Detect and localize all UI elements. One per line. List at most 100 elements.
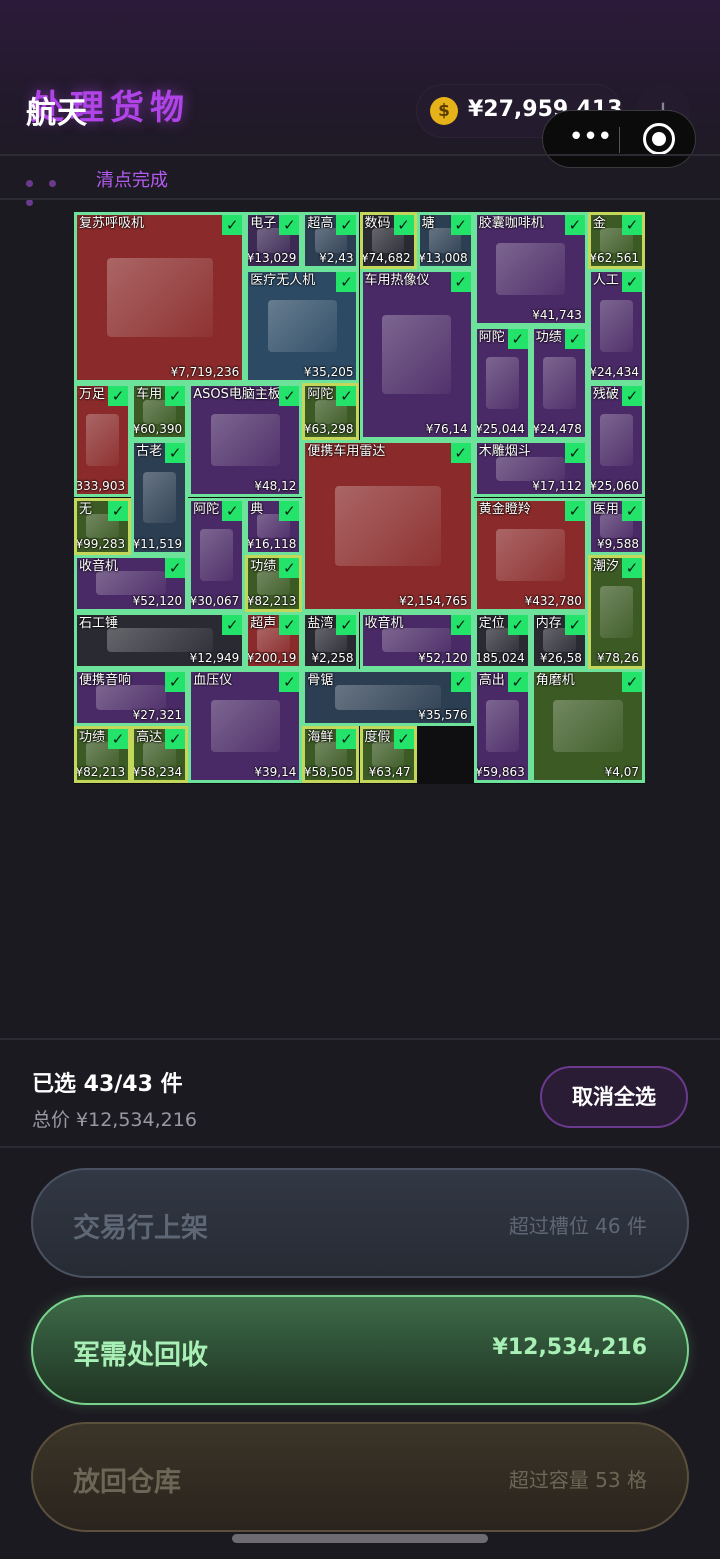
grid-item[interactable]: 电子 ¥13,029 ✓ (245, 212, 303, 270)
checkmark-icon[interactable]: ✓ (450, 443, 471, 464)
grid-item[interactable]: 车用 ¥60,390 ✓ (131, 383, 189, 441)
grid-item[interactable]: 阿陀 ¥30,067 ✓ (188, 497, 246, 612)
checkmark-icon[interactable]: ✓ (336, 386, 357, 407)
grid-item[interactable]: 便携车用雷达 ¥2,154,765 ✓ (302, 440, 474, 612)
checkmark-icon[interactable]: ✓ (165, 443, 186, 464)
item-image (267, 300, 337, 353)
grid-item[interactable]: 无 ¥99,283 ✓ (74, 497, 132, 555)
grid-item[interactable]: 木雕烟斗 ¥17,112 ✓ (473, 440, 588, 498)
grid-item[interactable]: 金 ¥62,561 ✓ (587, 212, 645, 270)
grid-item[interactable]: 潮汐 ¥78,26 ✓ (587, 554, 645, 669)
grid-item[interactable]: 便携音响 ¥27,321 ✓ (74, 668, 189, 726)
checkmark-icon[interactable]: ✓ (621, 272, 642, 293)
grid-item[interactable]: 万足 ¥333,903 ✓ (74, 383, 132, 498)
grid-item[interactable]: 医用 ¥9,588 ✓ (587, 497, 645, 555)
grid-item[interactable]: 血压仪 ¥39,14 ✓ (188, 668, 303, 783)
grid-item[interactable]: 定位 ¥185,024 ✓ (473, 611, 531, 669)
checkmark-icon[interactable]: ✓ (507, 614, 528, 635)
checkmark-icon[interactable]: ✓ (279, 215, 300, 235)
item-name: 功绩 (535, 330, 562, 346)
grid-item[interactable]: 阿陀 ¥63,298 ✓ (302, 383, 360, 441)
checkmark-icon[interactable]: ✓ (165, 386, 186, 407)
grid-item[interactable]: 黄金瞪羚 ¥432,780 ✓ (473, 497, 588, 612)
grid-item[interactable]: ASOS电脑主板 ¥48,12 ✓ (188, 383, 303, 498)
cancel-select-all-button[interactable]: 取消全选 (540, 1066, 688, 1128)
checkmark-icon[interactable]: ✓ (279, 671, 300, 692)
more-menu-icon[interactable]: ••• (561, 123, 619, 155)
grid-item[interactable]: 复苏呼吸机 ¥7,719,236 ✓ (74, 212, 246, 384)
grid-item[interactable]: 残破 ¥25,060 ✓ (587, 383, 645, 498)
grid-item[interactable]: 收音机 ¥52,120 ✓ (359, 611, 474, 669)
grid-item[interactable]: 功绩 ¥82,213 ✓ (74, 725, 132, 783)
grid-item[interactable]: 古老 ¥11,519 ✓ (131, 440, 189, 555)
grid-item[interactable]: 高出 ¥59,863 ✓ (473, 668, 531, 783)
grid-item[interactable]: 典 ¥16,118 ✓ (245, 497, 303, 555)
checkmark-icon[interactable]: ✓ (564, 215, 585, 235)
checkmark-icon[interactable]: ✓ (621, 500, 642, 521)
grid-item[interactable]: 度假 ¥63,47 ✓ (359, 725, 417, 783)
checkmark-icon[interactable]: ✓ (165, 557, 186, 578)
checkmark-icon[interactable]: ✓ (279, 614, 300, 635)
grid-item[interactable]: 超高 ¥2,43 ✓ (302, 212, 360, 270)
item-price: ¥9,588 (596, 536, 639, 551)
checkmark-icon[interactable]: ✓ (564, 614, 585, 635)
grid-item[interactable]: 角磨机 ¥4,07 ✓ (530, 668, 645, 783)
checkmark-icon[interactable]: ✓ (450, 272, 471, 293)
checkmark-icon[interactable]: ✓ (564, 329, 585, 350)
grid-item[interactable]: 骨锯 ¥35,576 ✓ (302, 668, 474, 726)
checkmark-icon[interactable]: ✓ (450, 215, 471, 235)
checkmark-icon[interactable]: ✓ (621, 215, 642, 235)
return-warehouse-button[interactable]: 放回仓库 超过容量 53 格 (31, 1422, 689, 1532)
checkmark-icon[interactable]: ✓ (165, 671, 186, 692)
checkmark-icon[interactable]: ✓ (336, 614, 357, 635)
checkmark-icon[interactable]: ✓ (108, 386, 129, 407)
checkmark-icon[interactable]: ✓ (279, 557, 300, 578)
recycle-button[interactable]: 军需处回收 ¥12,534,216 (31, 1295, 689, 1405)
checkmark-icon[interactable]: ✓ (108, 728, 129, 749)
checkmark-icon[interactable]: ✓ (507, 329, 528, 350)
item-image (600, 585, 633, 638)
checkmark-icon[interactable]: ✓ (336, 728, 357, 749)
item-name: 阿陀 (307, 387, 334, 403)
checkmark-icon[interactable]: ✓ (279, 386, 300, 407)
grid-item[interactable]: 数码 ¥74,682 ✓ (359, 212, 417, 270)
grid-item[interactable]: 功绩 ¥24,478 ✓ (530, 326, 588, 441)
grid-item[interactable]: 石工锤 ¥12,949 ✓ (74, 611, 246, 669)
grid-item[interactable]: 人工 ¥24,434 ✓ (587, 269, 645, 384)
grid-item[interactable]: 盐湾 ¥2,258 ✓ (302, 611, 360, 669)
item-price: ¥16,118 (246, 536, 297, 551)
checkmark-icon[interactable]: ✓ (393, 728, 414, 749)
grid-item[interactable]: 收音机 ¥52,120 ✓ (74, 554, 189, 612)
checkmark-icon[interactable]: ✓ (222, 215, 243, 235)
checkmark-icon[interactable]: ✓ (621, 671, 642, 692)
grid-item[interactable]: 医疗无人机 ¥35,205 ✓ (245, 269, 360, 384)
checkmark-icon[interactable]: ✓ (450, 671, 471, 692)
checkmark-icon[interactable]: ✓ (165, 728, 186, 749)
checkmark-icon[interactable]: ✓ (564, 500, 585, 521)
market-list-button[interactable]: 交易行上架 超过槽位 46 件 (31, 1168, 689, 1278)
grid-item[interactable]: 胶囊咖啡机 ¥41,743 ✓ (473, 212, 588, 327)
checkmark-icon[interactable]: ✓ (222, 614, 243, 635)
item-name: 数码 (364, 216, 391, 231)
checkmark-icon[interactable]: ✓ (450, 614, 471, 635)
checkmark-icon[interactable]: ✓ (222, 500, 243, 521)
grid-item[interactable]: 塘 ¥13,008 ✓ (416, 212, 474, 270)
checkmark-icon[interactable]: ✓ (393, 215, 414, 235)
grid-item[interactable]: 海鲜 ¥58,505 ✓ (302, 725, 360, 783)
checkmark-icon[interactable]: ✓ (336, 272, 357, 293)
checkmark-icon[interactable]: ✓ (621, 557, 642, 578)
checkmark-icon[interactable]: ✓ (336, 215, 357, 235)
grid-item[interactable]: 阿陀 ¥25,044 ✓ (473, 326, 531, 441)
grid-item[interactable]: 功绩 ¥82,213 ✓ (245, 554, 303, 612)
grid-item[interactable]: 车用热像仪 ¥76,14 ✓ (359, 269, 474, 441)
checkmark-icon[interactable]: ✓ (621, 386, 642, 407)
checkmark-icon[interactable]: ✓ (279, 500, 300, 521)
checkmark-icon[interactable]: ✓ (108, 500, 129, 521)
close-target-icon[interactable] (643, 123, 675, 155)
checkmark-icon[interactable]: ✓ (564, 443, 585, 464)
checkmark-icon[interactable]: ✓ (507, 671, 528, 692)
grid-item[interactable]: 超声 ¥200,19 ✓ (245, 611, 303, 669)
grid-item[interactable]: 内存 ¥26,58 ✓ (530, 611, 588, 669)
item-name: 胶囊咖啡机 (478, 216, 544, 231)
grid-item[interactable]: 高达 ¥58,234 ✓ (131, 725, 189, 783)
